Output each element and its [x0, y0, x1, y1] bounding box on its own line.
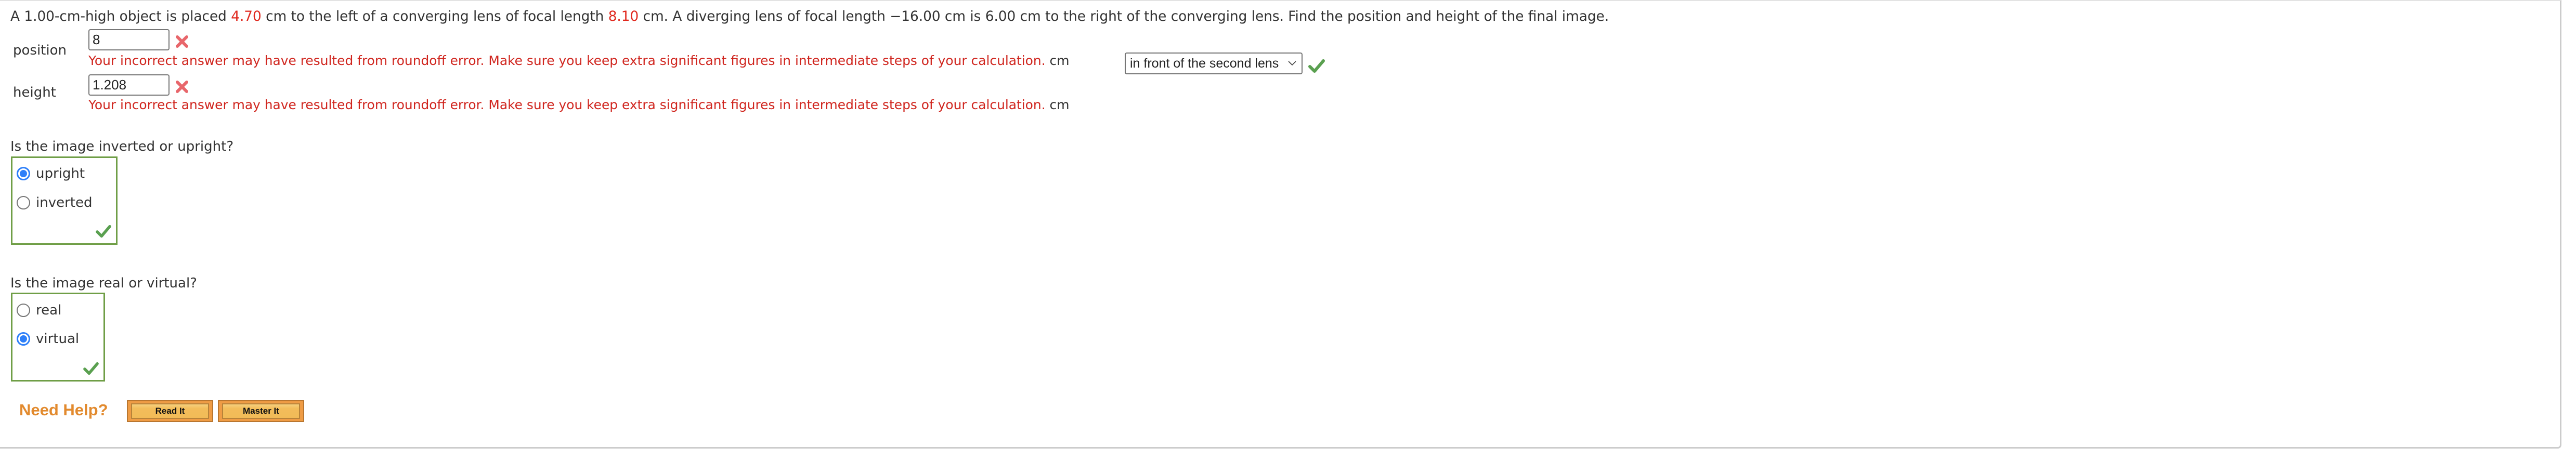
master-it-button[interactable]: Master It — [218, 400, 304, 422]
height-feedback: Your incorrect answer may have resulted … — [88, 97, 1069, 113]
option-label-inverted: inverted — [36, 195, 93, 211]
radio-inverted[interactable] — [17, 196, 30, 209]
position-unit: cm — [1049, 53, 1070, 68]
read-it-label: Read It — [131, 403, 209, 419]
chevron-down-icon — [1288, 61, 1296, 66]
position-label: position — [13, 43, 67, 58]
height-label: height — [13, 85, 56, 100]
correct-check-icon — [96, 225, 111, 238]
read-it-button[interactable]: Read It — [127, 400, 213, 422]
roundoff-error-message: Your incorrect answer may have resulted … — [88, 97, 1046, 112]
incorrect-x-icon — [176, 35, 188, 48]
master-it-label: Master It — [222, 403, 300, 419]
height-unit: cm — [1049, 97, 1070, 112]
radio-upright[interactable] — [17, 167, 30, 180]
radio-real[interactable] — [17, 304, 30, 317]
object-distance-value: 4.70 — [231, 9, 262, 24]
height-input[interactable] — [88, 74, 170, 96]
prompt-text: cm to the left of a converging lens of f… — [261, 9, 608, 24]
real-virtual-options: real virtual — [11, 293, 105, 382]
option-label-virtual: virtual — [36, 331, 80, 347]
roundoff-error-message: Your incorrect answer may have resulted … — [88, 53, 1046, 68]
prompt-text: A 1.00-cm-high object is placed — [10, 9, 231, 24]
need-help-label: Need Help? — [19, 401, 108, 419]
position-feedback: Your incorrect answer may have resulted … — [88, 52, 1069, 69]
orientation-options: upright inverted — [11, 156, 118, 245]
prompt-text: cm. A diverging lens of focal length −16… — [639, 9, 1609, 24]
focal-length-value: 8.10 — [608, 9, 639, 24]
position-location-selected: in front of the second lens — [1130, 56, 1279, 71]
option-label-upright: upright — [36, 166, 85, 181]
option-label-real: real — [36, 303, 62, 318]
position-input[interactable] — [88, 29, 170, 50]
orientation-question: Is the image inverted or upright? — [10, 139, 234, 154]
correct-check-icon — [83, 362, 99, 375]
problem-statement: A 1.00-cm-high object is placed 4.70 cm … — [10, 8, 1609, 25]
correct-check-icon — [1308, 59, 1325, 73]
radio-virtual[interactable] — [17, 332, 30, 346]
position-location-select[interactable]: in front of the second lens — [1125, 52, 1303, 74]
incorrect-x-icon — [176, 81, 188, 93]
real-virtual-question: Is the image real or virtual? — [10, 275, 197, 291]
